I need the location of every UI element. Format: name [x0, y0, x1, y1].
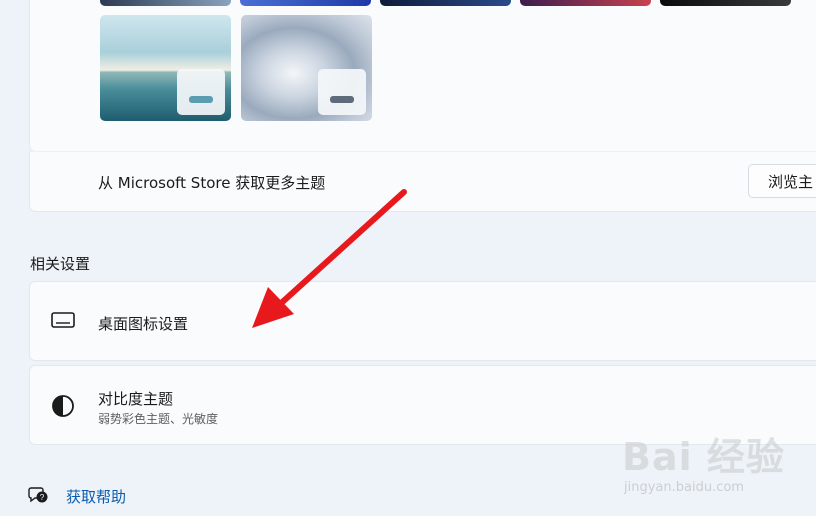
baidu-watermark: Bai 经验 jingyan.baidu.com	[622, 426, 812, 506]
watermark-logo: Bai 经验	[622, 435, 785, 479]
watermark-url: jingyan.baidu.com	[624, 480, 744, 495]
